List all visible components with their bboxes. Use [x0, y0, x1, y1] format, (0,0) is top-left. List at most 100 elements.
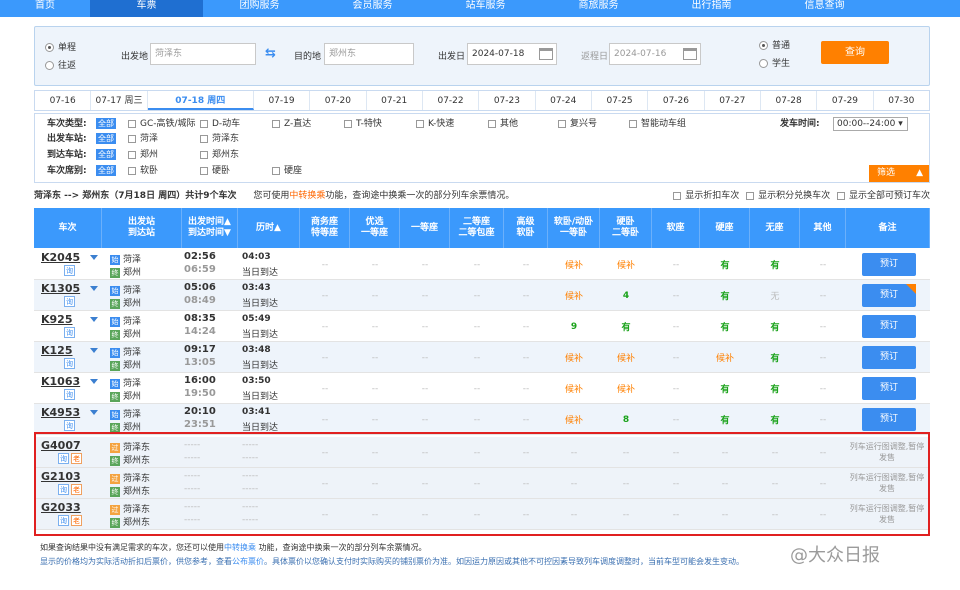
- seat-opt-2[interactable]: 硬卧: [200, 165, 230, 177]
- type-t[interactable]: T-特快: [344, 118, 382, 130]
- nav-item[interactable]: 团购服务: [203, 0, 316, 17]
- seat-empty: --: [371, 414, 379, 425]
- to-opt-2[interactable]: 郑州东: [200, 149, 239, 161]
- seat-empty: --: [819, 290, 827, 301]
- header-none: 无座: [750, 208, 800, 248]
- radio-icon: [45, 61, 54, 70]
- book-button[interactable]: 预订: [862, 377, 916, 400]
- nav-item[interactable]: 出行指南: [655, 0, 768, 17]
- train-number-link[interactable]: K2045: [41, 251, 80, 264]
- train-number-link[interactable]: K925: [41, 313, 73, 326]
- inquiry-badge[interactable]: 询: [64, 389, 75, 400]
- book-button[interactable]: 预订: [862, 253, 916, 276]
- expand-arrow-icon[interactable]: [90, 255, 98, 260]
- type-k[interactable]: K-快速: [416, 118, 454, 130]
- query-button[interactable]: 查询: [821, 41, 889, 64]
- opt-points[interactable]: 显示积分兑换车次: [746, 191, 830, 201]
- book-button[interactable]: 预订: [862, 315, 916, 338]
- date-tab[interactable]: 07-29: [817, 91, 874, 110]
- seat-empty: --: [819, 352, 827, 363]
- date-tab[interactable]: 07-22: [423, 91, 480, 110]
- date-tab[interactable]: 07-27: [705, 91, 761, 110]
- inquiry-badge[interactable]: 询: [64, 420, 75, 431]
- expand-arrow-icon[interactable]: [90, 348, 98, 353]
- book-button[interactable]: 预订: [862, 284, 916, 307]
- return-date-input[interactable]: 2024-07-16: [609, 43, 701, 65]
- type-gc[interactable]: GC-高铁/城际: [128, 118, 196, 130]
- date-tab[interactable]: 07-28: [761, 91, 818, 110]
- all-to-button[interactable]: 全部: [96, 149, 116, 160]
- date-tab[interactable]: 07-19: [254, 91, 311, 110]
- duration: 03:48: [242, 345, 271, 355]
- all-type-button[interactable]: 全部: [96, 118, 116, 129]
- to-input[interactable]: 郑州东: [324, 43, 414, 65]
- student-radio[interactable]: 学生: [759, 56, 790, 69]
- expand-arrow-icon[interactable]: [90, 379, 98, 384]
- seat-soft-sleeper: 候补: [564, 354, 583, 364]
- time-select[interactable]: 00:00--24:00 ▾: [833, 117, 908, 131]
- to-opt-1[interactable]: 郑州: [128, 149, 158, 161]
- swap-icon[interactable]: ⇆: [265, 46, 276, 61]
- date-tab[interactable]: 07-24: [536, 91, 592, 110]
- from-opt-1[interactable]: 菏泽: [128, 133, 158, 145]
- inquiry-badge[interactable]: 询: [64, 265, 75, 276]
- train-number-link[interactable]: K1305: [41, 282, 80, 295]
- inquiry-badge[interactable]: 询: [64, 358, 75, 369]
- date-tab[interactable]: 07-17 周三: [91, 91, 148, 110]
- date-tab[interactable]: 07-25: [592, 91, 649, 110]
- filter-fold-button[interactable]: 筛选 ▲: [869, 165, 929, 182]
- seat-opt-1[interactable]: 软卧: [128, 165, 158, 177]
- from-station: 始菏泽: [110, 407, 141, 420]
- inquiry-badge[interactable]: 询: [64, 327, 75, 338]
- end-icon: 终: [110, 298, 120, 309]
- price-link[interactable]: 公布票价: [232, 557, 264, 566]
- opt-all[interactable]: 显示全部可预订车次: [836, 191, 930, 201]
- expand-arrow-icon[interactable]: [90, 410, 98, 415]
- expand-arrow-icon[interactable]: [90, 317, 98, 322]
- display-options: 显示折扣车次 显示积分兑换车次 显示全部可预订车次: [673, 189, 930, 203]
- inquiry-badge[interactable]: 询: [64, 296, 75, 307]
- train-number-link[interactable]: K125: [41, 344, 73, 357]
- date-tab[interactable]: 07-18 周四: [147, 91, 254, 110]
- date-tab[interactable]: 07-23: [479, 91, 536, 110]
- train-number-link[interactable]: K1063: [41, 375, 80, 388]
- all-seat-button[interactable]: 全部: [96, 165, 116, 176]
- footer-transfer-link[interactable]: 中转换乘: [224, 543, 256, 552]
- date-tab[interactable]: 07-20: [310, 91, 367, 110]
- seat-opt-3[interactable]: 硬座: [272, 165, 302, 177]
- date-tab[interactable]: 07-21: [367, 91, 423, 110]
- book-button[interactable]: 预订: [862, 346, 916, 369]
- expand-arrow-icon[interactable]: [90, 286, 98, 291]
- date-tab[interactable]: 07-16: [35, 91, 92, 110]
- filter-panel: 车次类型: 全部 GC-高铁/城际 D-动车 Z-直达 T-特快 K-快速 其他…: [34, 113, 930, 183]
- from-input[interactable]: 菏泽东: [150, 43, 256, 65]
- date-tab[interactable]: 07-26: [648, 91, 705, 110]
- depart-date-input[interactable]: 2024-07-18: [467, 43, 557, 65]
- nav-item[interactable]: 会员服务: [316, 0, 429, 17]
- nav-item[interactable]: 信息查询: [768, 0, 881, 17]
- date-tab[interactable]: 07-30: [874, 91, 929, 110]
- from-opt-2[interactable]: 菏泽东: [200, 133, 239, 145]
- opt-discount[interactable]: 显示折扣车次: [673, 191, 739, 201]
- type-smart[interactable]: 智能动车组: [629, 118, 686, 130]
- nav-item[interactable]: 站车服务: [429, 0, 542, 17]
- type-z[interactable]: Z-直达: [272, 118, 311, 130]
- nav-item[interactable]: 首页: [0, 0, 90, 17]
- nav-item[interactable]: 车票: [90, 0, 203, 17]
- book-button[interactable]: 预订: [862, 408, 916, 431]
- nav-item[interactable]: 商旅服务: [542, 0, 655, 17]
- header-time[interactable]: 出发时间▲ 到达时间▼: [182, 208, 238, 248]
- round-trip-radio[interactable]: 往返: [45, 58, 76, 71]
- seat-hard-seat: 有: [720, 323, 730, 333]
- type-fuxing[interactable]: 复兴号: [558, 118, 597, 130]
- train-number-link[interactable]: K4953: [41, 406, 80, 419]
- type-d[interactable]: D-动车: [200, 118, 240, 130]
- transfer-link[interactable]: 中转换乘: [289, 191, 325, 201]
- one-way-radio[interactable]: 单程: [45, 40, 76, 53]
- header-dur[interactable]: 历时▲: [238, 208, 300, 248]
- all-from-button[interactable]: 全部: [96, 133, 116, 144]
- type-other[interactable]: 其他: [488, 118, 518, 130]
- seat-empty: --: [522, 352, 530, 363]
- normal-radio[interactable]: 普通: [759, 38, 790, 51]
- from-station-name: 菏泽: [123, 379, 142, 389]
